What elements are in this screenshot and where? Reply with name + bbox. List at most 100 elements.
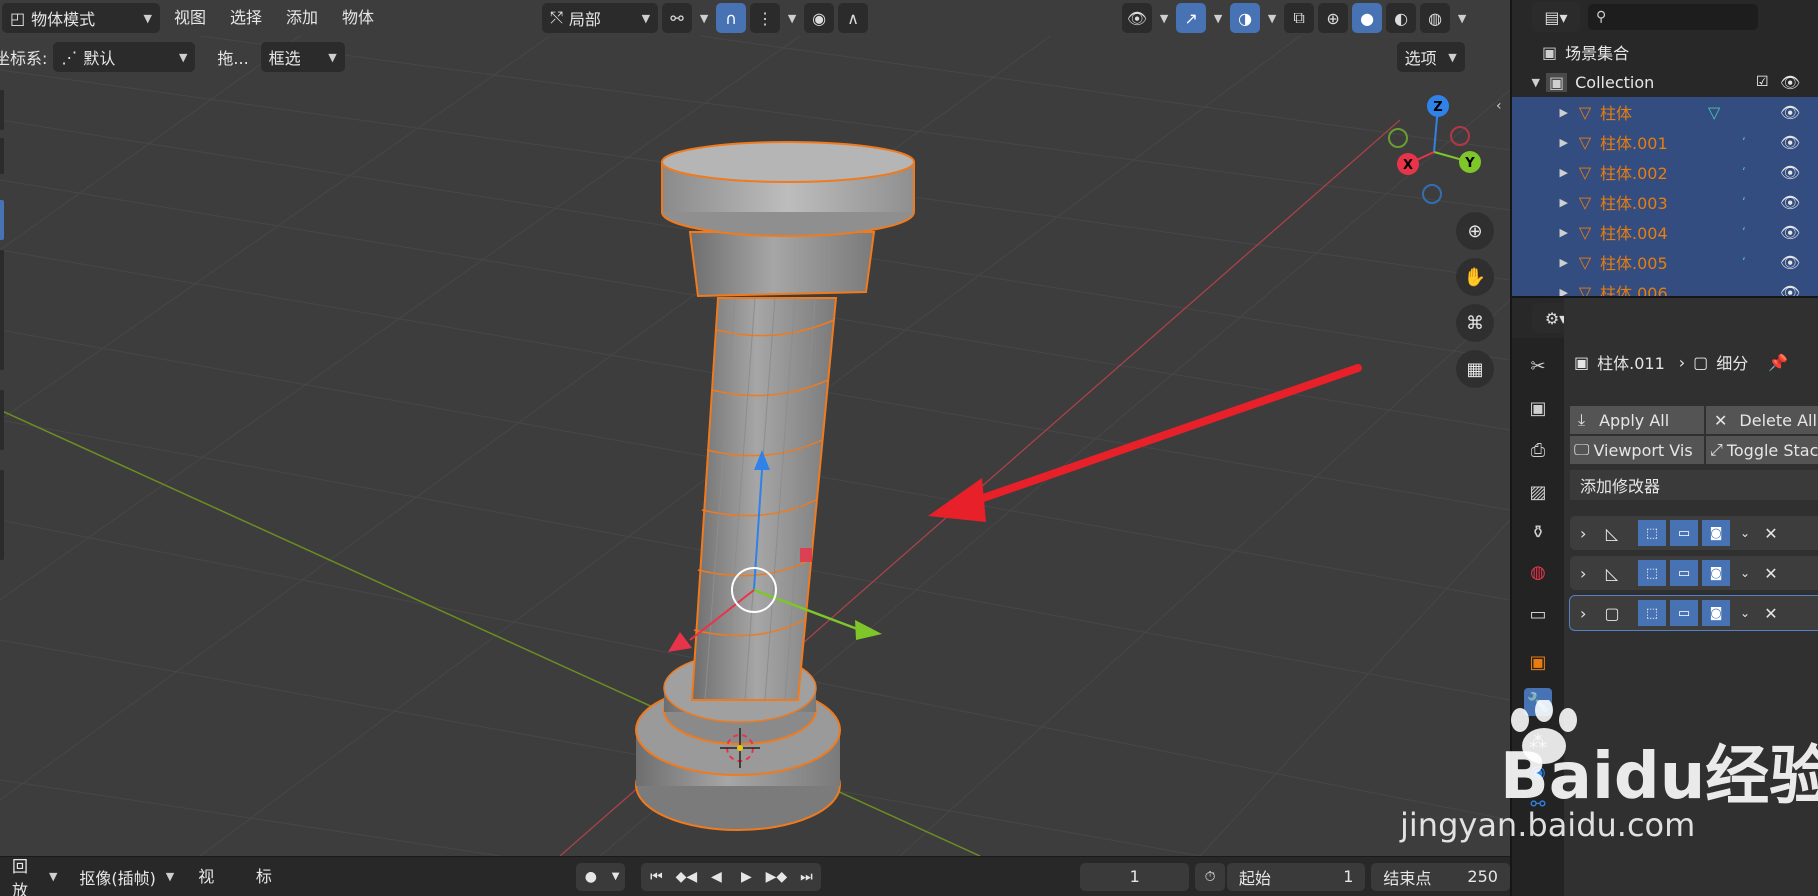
select-mode-dropdown[interactable]: 框选 ▼ bbox=[260, 42, 345, 72]
transform-pivot-dropdown[interactable]: ⤲ 局部 ▼ bbox=[542, 3, 659, 33]
apply-all-button[interactable]: ⤓ Apply All bbox=[1570, 406, 1704, 434]
add-modifier-dropdown[interactable]: 添加修改器 bbox=[1570, 470, 1818, 500]
perspective-toggle-button[interactable]: ▦ bbox=[1456, 350, 1494, 388]
overlays-toggle-button[interactable]: ◑ bbox=[1230, 3, 1261, 33]
render-toggle[interactable]: ◙ bbox=[1702, 600, 1730, 626]
render-toggle[interactable]: ◙ bbox=[1702, 520, 1730, 546]
eye-icon[interactable]: 👁 bbox=[1780, 223, 1800, 242]
menu-view[interactable]: 视图 bbox=[164, 3, 216, 33]
shading-rendered-button[interactable]: ◍ bbox=[1420, 3, 1451, 33]
menu-object[interactable]: 物体 bbox=[332, 3, 384, 33]
visibility-button[interactable]: 👁 bbox=[1122, 3, 1153, 33]
expand-triangle-icon[interactable]: ▶ bbox=[1512, 196, 1574, 209]
modifier-wrench-icon[interactable]: ʻ bbox=[1742, 225, 1746, 239]
modifier-wrench-icon[interactable]: ʻ bbox=[1742, 195, 1746, 209]
proportional-edit-button[interactable]: ◉ bbox=[804, 3, 835, 33]
render-tab[interactable]: ▣ bbox=[1524, 394, 1552, 422]
mesh-data-icon[interactable]: ▽ bbox=[1708, 103, 1720, 122]
snap-target-button[interactable]: ⚯ bbox=[662, 3, 693, 33]
snap-increment-button[interactable]: ⋮ bbox=[750, 3, 781, 33]
viewport-vis-button[interactable]: 🖵 Viewport Vis bbox=[1570, 436, 1704, 464]
coordinate-system-dropdown[interactable]: ⋰ 默认 ▼ bbox=[53, 42, 196, 72]
expand-triangle-icon[interactable]: ▼ bbox=[1512, 76, 1546, 89]
navigation-gizmo[interactable]: Z Y X bbox=[1376, 90, 1486, 210]
editmode-toggle[interactable]: ⬚ bbox=[1638, 600, 1666, 626]
close-icon[interactable]: ✕ bbox=[1760, 604, 1782, 623]
chevron-down-icon[interactable]: ▼ bbox=[1264, 12, 1280, 25]
chevron-down-icon[interactable]: ▼ bbox=[1454, 12, 1470, 25]
mode-dropdown[interactable]: ◰ 物体模式 ▼ bbox=[2, 3, 160, 33]
exclude-checkbox[interactable]: ☑ bbox=[1756, 74, 1769, 90]
chevron-down-icon[interactable]: ▼ bbox=[1210, 12, 1226, 25]
expand-triangle-icon[interactable]: ▶ bbox=[1512, 166, 1574, 179]
collection-row[interactable]: ▼ ▣ Collection ☑ 👁 bbox=[1512, 67, 1818, 97]
eye-icon[interactable]: 👁 bbox=[1780, 133, 1800, 152]
outliner-item[interactable]: ▶ ▽ 柱体.005 ʻ 👁 bbox=[1512, 247, 1818, 277]
toggle-stack-button[interactable]: ⤢ Toggle Stack bbox=[1706, 436, 1818, 464]
close-icon[interactable]: ✕ bbox=[1760, 564, 1782, 583]
view-layer-tab[interactable]: ▨ bbox=[1524, 478, 1552, 506]
shading-solid-button[interactable]: ● bbox=[1352, 3, 1383, 33]
jump-start-button[interactable]: ⏮ bbox=[641, 862, 672, 891]
play-reverse-button[interactable]: ◀ bbox=[701, 862, 732, 891]
eye-icon[interactable]: 👁 bbox=[1780, 193, 1800, 212]
expand-triangle-icon[interactable]: ▶ bbox=[1512, 256, 1574, 269]
current-frame-field[interactable]: 1 bbox=[1080, 862, 1190, 891]
collection-tab[interactable]: ▭ bbox=[1524, 600, 1552, 628]
zoom-button[interactable]: ⊕ bbox=[1456, 212, 1494, 250]
menu-add[interactable]: 添加 bbox=[276, 3, 328, 33]
modifier-wrench-icon[interactable]: ʻ bbox=[1742, 255, 1746, 269]
delete-all-button[interactable]: ✕ Delete All bbox=[1706, 406, 1818, 434]
sidebar-toggle-icon[interactable]: ‹ bbox=[1496, 98, 1502, 114]
chevron-down-icon[interactable]: ▼ bbox=[1156, 12, 1172, 25]
prev-keyframe-button[interactable]: ◆◀ bbox=[671, 862, 702, 891]
eye-icon[interactable]: 👁 bbox=[1780, 163, 1800, 182]
outliner-item[interactable]: ▶ ▽ 柱体 ▽ 👁 bbox=[1512, 97, 1818, 127]
toolbar-tab[interactable] bbox=[0, 470, 4, 560]
chevron-right-icon[interactable]: › bbox=[1580, 524, 1594, 543]
eye-icon[interactable]: 👁 bbox=[1780, 283, 1800, 297]
display-mode-dropdown[interactable]: ▤▾ bbox=[1532, 2, 1580, 32]
gizmo-toggle-button[interactable]: ↗ bbox=[1176, 3, 1207, 33]
output-tab[interactable]: ⎙ bbox=[1524, 436, 1552, 464]
render-toggle[interactable]: ◙ bbox=[1702, 560, 1730, 586]
chevron-down-icon[interactable]: ▼ bbox=[784, 12, 800, 25]
editmode-toggle[interactable]: ⬚ bbox=[1638, 560, 1666, 586]
viewport-toggle[interactable]: ▭ bbox=[1670, 520, 1698, 546]
chevron-down-icon[interactable]: ⌄ bbox=[1734, 606, 1756, 620]
toolbar-tab[interactable] bbox=[0, 138, 4, 174]
outliner-item[interactable]: ▶ ▽ 柱体.001 ʻ 👁 bbox=[1512, 127, 1818, 157]
jump-end-button[interactable]: ⏭ bbox=[791, 862, 822, 891]
close-icon[interactable]: ✕ bbox=[1760, 524, 1782, 543]
modifier-tab[interactable]: 🔧 bbox=[1524, 688, 1552, 716]
modifier-wrench-icon[interactable]: ʻ bbox=[1742, 165, 1746, 179]
timeline-menu-view[interactable]: 视图 bbox=[188, 862, 240, 892]
editmode-toggle[interactable]: ⬚ bbox=[1638, 520, 1666, 546]
outliner-item[interactable]: ▶ ▽ 柱体.003 ʻ 👁 bbox=[1512, 187, 1818, 217]
expand-triangle-icon[interactable]: ▶ bbox=[1512, 286, 1574, 297]
start-frame-field[interactable]: 起始 1 bbox=[1226, 862, 1366, 891]
outliner-item[interactable]: ▶ ▽ 柱体.004 ʻ 👁 bbox=[1512, 217, 1818, 247]
xray-toggle-button[interactable]: ⧉ bbox=[1284, 3, 1315, 33]
chevron-down-icon[interactable]: ⌄ bbox=[1734, 566, 1756, 580]
toolbar-tab-active[interactable] bbox=[0, 200, 4, 240]
outliner-item[interactable]: ▶ ▽ 柱体.002 ʻ 👁 bbox=[1512, 157, 1818, 187]
modifier-wrench-icon[interactable]: ʻ bbox=[1742, 135, 1746, 149]
viewport-toggle[interactable]: ▭ bbox=[1670, 560, 1698, 586]
eye-icon[interactable]: 👁 bbox=[1780, 73, 1800, 92]
scene-collection-row[interactable]: ▣ 场景集合 bbox=[1512, 37, 1818, 67]
expand-triangle-icon[interactable]: ▶ bbox=[1512, 106, 1574, 119]
outliner-search-input[interactable]: ⚲ bbox=[1588, 4, 1758, 30]
falloff-button[interactable]: ∧ bbox=[838, 3, 869, 33]
playback-dropdown[interactable]: 回放 ▼ bbox=[4, 857, 66, 896]
toolbar-tab[interactable] bbox=[0, 390, 4, 450]
chevron-right-icon[interactable]: › bbox=[1580, 564, 1594, 583]
next-keyframe-button[interactable]: ▶◆ bbox=[761, 862, 792, 891]
world-tab[interactable]: ◍ bbox=[1524, 558, 1552, 586]
modifier-row-bevel[interactable]: › ◺ ⬚ ▭ ◙ ⌄ ✕ bbox=[1570, 556, 1818, 590]
expand-triangle-icon[interactable]: ▶ bbox=[1512, 136, 1574, 149]
keying-dropdown[interactable]: 抠像(插帧) ▼ bbox=[71, 861, 183, 892]
toolbar-tab[interactable] bbox=[0, 90, 4, 130]
snap-toggle-button[interactable]: ∩ bbox=[716, 3, 747, 33]
chevron-right-icon[interactable]: › bbox=[1580, 604, 1594, 623]
